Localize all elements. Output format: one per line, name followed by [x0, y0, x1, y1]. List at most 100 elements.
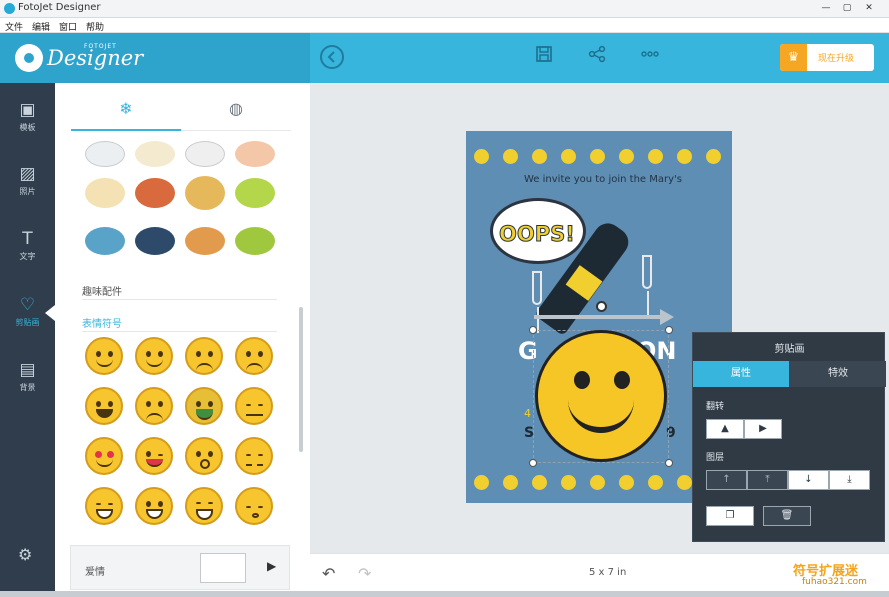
gear-icon[interactable]: ⚙	[18, 545, 32, 564]
more-button[interactable]	[637, 45, 663, 71]
border-dot	[590, 149, 605, 164]
tab-effects[interactable]: 特效	[790, 361, 886, 387]
back-button[interactable]	[320, 45, 344, 69]
champagne-glass[interactable]	[642, 255, 652, 289]
tab-online[interactable]: ◍	[181, 95, 291, 131]
emoji-item[interactable]	[185, 487, 223, 525]
globe-icon: ◍	[229, 99, 243, 118]
emoji-item[interactable]	[235, 487, 273, 525]
glass-stem	[647, 291, 649, 317]
category-love[interactable]: 爱情 ▶	[70, 545, 290, 590]
menu-file[interactable]: 文件	[5, 20, 23, 33]
sidebar-item-background[interactable]: ▤ 背景	[0, 351, 55, 407]
emoji-item[interactable]	[185, 387, 223, 425]
comic-sticker[interactable]	[85, 141, 125, 167]
emoji-item[interactable]	[135, 487, 173, 525]
menu-edit[interactable]: 编辑	[32, 20, 50, 33]
resize-handle[interactable]	[665, 459, 673, 467]
emoji-item[interactable]	[235, 437, 273, 475]
text-icon: T	[22, 229, 33, 249]
comic-sticker[interactable]	[185, 176, 225, 210]
layer-label: 图层	[706, 453, 725, 463]
tab-clipart[interactable]: ❄	[71, 95, 181, 131]
comic-sticker[interactable]	[185, 141, 225, 167]
emoji-item[interactable]	[85, 337, 123, 375]
bring-to-front-button[interactable]: ⤒	[747, 470, 788, 490]
border-dot	[648, 475, 663, 490]
minimize-button[interactable]: —	[817, 1, 835, 15]
expand-arrow-icon: ▶	[267, 559, 277, 573]
redo-icon[interactable]: ↷	[358, 564, 371, 583]
emoji-item[interactable]	[135, 337, 173, 375]
border-dot	[561, 149, 576, 164]
props-tabs: 属性 特效	[693, 361, 886, 387]
emoji-item[interactable]	[235, 337, 273, 375]
maximize-button[interactable]: ▢	[838, 1, 856, 15]
comic-sticker[interactable]	[135, 227, 175, 255]
clipart-properties-panel: 剪贴画 属性 特效 翻转 ▲ ▶ 图层 ↑ ⤒ ↓ ⤓ ❐ 🗑	[692, 332, 886, 542]
comic-sticker[interactable]	[235, 227, 275, 255]
close-button[interactable]: ✕	[860, 1, 878, 15]
send-to-back-button[interactable]: ⤓	[829, 470, 870, 490]
resize-handle[interactable]	[529, 459, 537, 467]
emoji-item[interactable]	[135, 387, 173, 425]
border-dot	[590, 475, 605, 490]
window-title: FotoJet Designer	[18, 2, 101, 13]
tab-properties[interactable]: 属性	[693, 361, 789, 387]
comic-sticker[interactable]	[235, 141, 275, 167]
comic-sticker[interactable]	[135, 141, 175, 167]
rotate-handle[interactable]	[596, 301, 607, 312]
selected-smiley-clipart[interactable]	[535, 330, 667, 462]
resize-handle[interactable]	[529, 326, 537, 334]
divider	[82, 299, 277, 300]
arrow-shape[interactable]	[534, 315, 662, 319]
share-icon	[588, 45, 606, 63]
menu-bar: 文件 编辑 窗口 帮助	[0, 18, 889, 33]
menu-window[interactable]: 窗口	[59, 20, 77, 33]
sidebar-item-templates[interactable]: ▣ 模板	[0, 91, 55, 147]
arrow-top-icon: ⤒	[765, 474, 770, 485]
divider	[82, 331, 277, 332]
sidebar-item-text[interactable]: T 文字	[0, 220, 55, 276]
border-dot	[532, 149, 547, 164]
arrow-head	[660, 309, 674, 325]
champagne-glass[interactable]	[532, 271, 542, 305]
section-emoji[interactable]: 表情符号	[82, 315, 122, 330]
section-fun-accessories[interactable]: 趣味配件	[82, 283, 122, 298]
invite-text[interactable]: We invite you to join the Mary's	[524, 174, 682, 185]
emoji-item[interactable]	[185, 337, 223, 375]
app-icon	[4, 3, 15, 14]
sidebar-item-photos[interactable]: ▨ 照片	[0, 155, 55, 211]
undo-icon[interactable]: ↶	[322, 564, 335, 583]
emoji-item[interactable]	[85, 437, 123, 475]
border-dot	[561, 475, 576, 490]
sidebar-item-label: 文字	[19, 252, 36, 261]
flip-vertical-button[interactable]: ▲	[706, 419, 744, 439]
flip-horizontal-button[interactable]: ▶	[744, 419, 782, 439]
comic-sticker[interactable]	[85, 178, 125, 208]
flip-vertical-icon: ▲	[721, 423, 729, 434]
emoji-item[interactable]	[85, 487, 123, 525]
panel-tabs: ❄ ◍	[71, 95, 291, 131]
upgrade-button[interactable]: ♛ 现在升级	[780, 44, 874, 71]
comic-sticker[interactable]	[85, 227, 125, 255]
resize-handle[interactable]	[665, 326, 673, 334]
comic-sticker[interactable]	[185, 227, 225, 255]
emoji-item[interactable]	[85, 387, 123, 425]
delete-button[interactable]: 🗑	[763, 506, 811, 526]
comic-sticker[interactable]	[235, 178, 275, 208]
menu-help[interactable]: 帮助	[86, 20, 104, 33]
duplicate-button[interactable]: ❐	[706, 506, 754, 526]
share-button[interactable]	[584, 45, 610, 71]
panel-scrollbar[interactable]	[299, 307, 303, 452]
crown-icon: ♛	[780, 44, 807, 71]
save-icon	[536, 46, 552, 62]
save-button[interactable]	[531, 45, 557, 71]
active-pointer	[45, 305, 55, 321]
emoji-item[interactable]	[135, 437, 173, 475]
comic-sticker[interactable]	[135, 178, 175, 208]
emoji-item[interactable]	[185, 437, 223, 475]
send-backward-button[interactable]: ↓	[788, 470, 829, 490]
emoji-item[interactable]	[235, 387, 273, 425]
bring-forward-button[interactable]: ↑	[706, 470, 747, 490]
